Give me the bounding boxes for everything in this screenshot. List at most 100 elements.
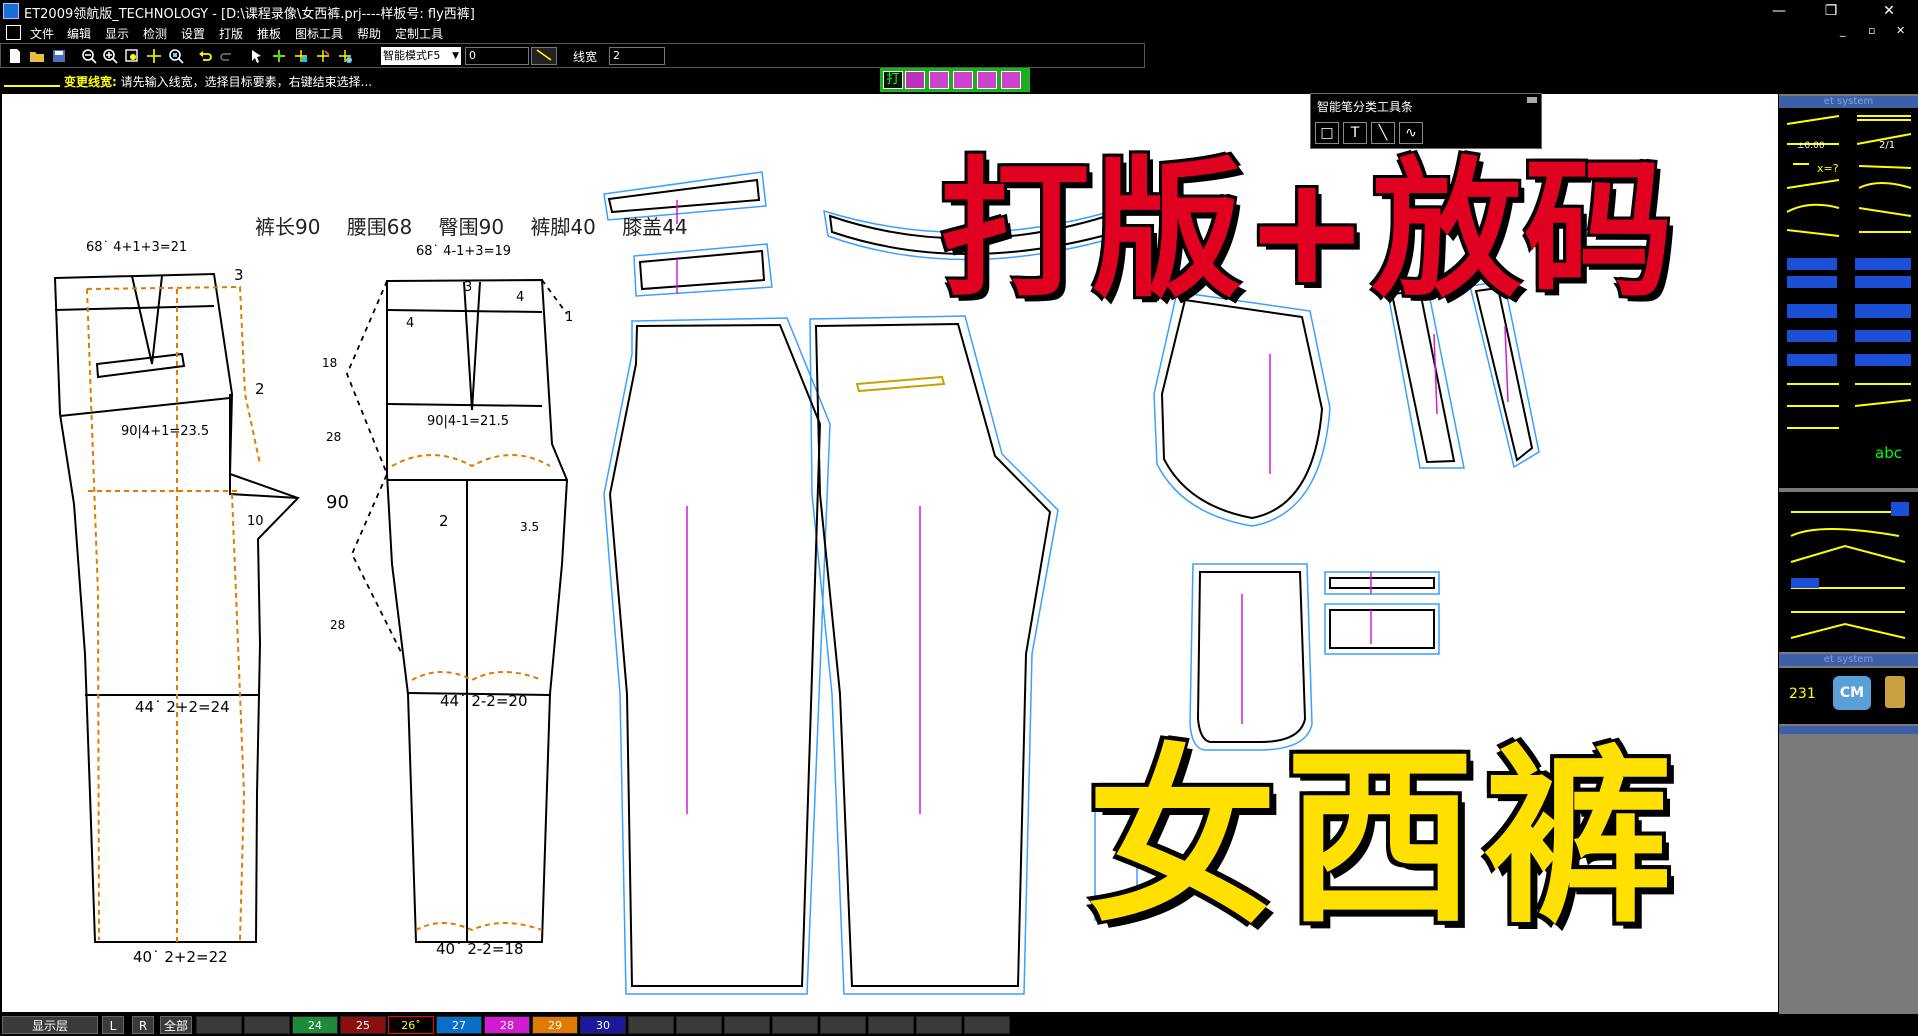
point-mode-button[interactable]: [929, 71, 949, 89]
menu-help[interactable]: 帮助: [357, 25, 381, 42]
layer-cell[interactable]: [724, 1016, 770, 1034]
window-title: ET2009领航版_TECHNOLOGY - [D:\课程录像\女西裤.prj-…: [24, 7, 475, 22]
smart-mode-strip: 打: [880, 68, 1030, 92]
headline-overlay: 打版+放码: [940, 144, 1676, 318]
layer-cell[interactable]: [868, 1016, 914, 1034]
menu-bar: 文件 编辑 显示 检测 设置 打版 推板 图标工具 帮助 定制工具 _ ▫ ✕: [0, 22, 1918, 43]
save-icon[interactable]: [51, 48, 67, 64]
line-style-icon[interactable]: [531, 47, 557, 65]
layer-all-button[interactable]: 全部: [160, 1016, 192, 1034]
mdi-restore-button[interactable]: ▫: [1868, 24, 1875, 37]
title-bar: ET2009领航版_TECHNOLOGY - [D:\课程录像\女西裤.prj-…: [0, 0, 1918, 22]
layer-cell[interactable]: [964, 1016, 1010, 1034]
point-tool-icon[interactable]: [271, 48, 287, 64]
measurement-knee: 膝盖44: [622, 215, 688, 239]
calculator-icon[interactable]: [1885, 676, 1905, 708]
layer-cell[interactable]: 25: [340, 1016, 386, 1034]
pattern-tools-block: ±0.00 2/1 x=? abc: [1779, 108, 1918, 488]
pattern-mode-button[interactable]: 打: [883, 71, 903, 89]
mode-select[interactable]: 智能模式F5 ▼: [381, 47, 461, 65]
snap-tool-icon[interactable]: [293, 48, 309, 64]
layer-cell[interactable]: [916, 1016, 962, 1034]
zoom-out-icon[interactable]: [81, 48, 97, 64]
panel-header-2: et system: [1779, 654, 1918, 666]
document-icon[interactable]: [6, 25, 21, 40]
menu-icon-tools[interactable]: 图标工具: [295, 25, 343, 42]
back-label-2: 2: [439, 512, 449, 530]
pan-icon[interactable]: [146, 48, 162, 64]
measure-tool-icon[interactable]: [337, 48, 353, 64]
mode-select-value: 智能模式F5: [383, 49, 441, 62]
ratio-formula-label: 2/1: [1879, 140, 1895, 151]
toolbar-close-icon[interactable]: [1527, 97, 1537, 103]
main-toolbar: 智能模式F5 ▼ 0 线宽 2: [0, 43, 1145, 68]
layer-left-button[interactable]: L: [102, 1016, 124, 1034]
abc-label: abc: [1875, 444, 1902, 462]
menu-pattern[interactable]: 打版: [219, 25, 243, 42]
menu-custom-tools[interactable]: 定制工具: [395, 25, 443, 42]
layer-cell[interactable]: [676, 1016, 722, 1034]
zoom-in-icon[interactable]: [102, 48, 118, 64]
layer-cell[interactable]: [196, 1016, 242, 1034]
layer-cell[interactable]: 28: [484, 1016, 530, 1034]
measurement-waist: 腰围68: [346, 215, 413, 239]
layer-cell[interactable]: 27: [436, 1016, 482, 1034]
undo-icon[interactable]: [197, 48, 213, 64]
layer-right-button[interactable]: R: [132, 1016, 154, 1034]
arrow-mode-button[interactable]: [977, 71, 997, 89]
app-icon: [3, 3, 19, 19]
code-231-label: 231: [1789, 686, 1816, 702]
layer-cell[interactable]: 29: [532, 1016, 578, 1034]
rectangle-tool-button[interactable]: □: [1315, 122, 1339, 144]
fill-mode-button[interactable]: [1001, 71, 1021, 89]
back-waist-formula: 68˙ 4-1+3=19: [416, 244, 512, 259]
rect-mode-button[interactable]: [905, 71, 925, 89]
mdi-close-button[interactable]: ✕: [1896, 24, 1905, 37]
zoom-window-icon[interactable]: [124, 48, 140, 64]
line-tool-button[interactable]: ╲: [1371, 122, 1395, 144]
value-input[interactable]: 0: [465, 47, 529, 65]
grading-tools-block: [1779, 492, 1918, 652]
select-icon[interactable]: [249, 48, 265, 64]
layer-cell[interactable]: 30: [580, 1016, 626, 1034]
front-hip-formula: 90|4+1=23.5: [121, 424, 210, 439]
layer-cell[interactable]: [244, 1016, 290, 1034]
measurement-pants-length: 裤长90: [255, 215, 321, 239]
measurement-hem: 裤脚40: [530, 215, 596, 239]
layer-cell[interactable]: 26˚: [388, 1016, 434, 1034]
linewidth-input[interactable]: 2: [609, 47, 665, 65]
menu-view[interactable]: 显示: [105, 25, 129, 42]
right-tool-panel: et system ±0.00 2/1 x=? abc et system 23…: [1779, 94, 1918, 1014]
menu-check[interactable]: 检测: [143, 25, 167, 42]
layer-bar: 显示层 L R 全部 24 25 26˚ 27 28 29 30: [0, 1014, 1918, 1036]
mdi-minimize-button[interactable]: _: [1840, 24, 1846, 37]
layer-cell[interactable]: 24: [292, 1016, 338, 1034]
redo-icon[interactable]: [219, 48, 235, 64]
intersect-tool-icon[interactable]: [315, 48, 331, 64]
minimize-button[interactable]: —: [1756, 0, 1802, 22]
back-label-4b: 4: [516, 290, 525, 305]
grading-tool-icons[interactable]: [1779, 492, 1918, 652]
menu-grade[interactable]: 推板: [257, 25, 281, 42]
open-folder-icon[interactable]: [29, 48, 45, 64]
layer-cell[interactable]: [628, 1016, 674, 1034]
menu-edit[interactable]: 编辑: [67, 25, 91, 42]
close-button[interactable]: ✕: [1866, 0, 1912, 22]
line-mode-button[interactable]: [953, 71, 973, 89]
display-layer-label: 显示层: [2, 1016, 98, 1034]
maximize-button[interactable]: ❐: [1808, 0, 1854, 22]
zoom-fit-icon[interactable]: [168, 48, 184, 64]
drawing-canvas[interactable]: 裤长90 腰围68 臀围90 裤脚40 膝盖44 68˙ 4+1+3=21 90…: [2, 94, 1778, 1012]
menu-file[interactable]: 文件: [30, 25, 54, 42]
linewidth-label: 线宽: [573, 50, 598, 64]
curve-tool-button[interactable]: ∿: [1399, 122, 1423, 144]
pattern-tool-icons[interactable]: ±0.00 2/1 x=? abc: [1779, 108, 1918, 488]
cm-unit-button[interactable]: CM: [1833, 676, 1871, 710]
menu-settings[interactable]: 设置: [181, 25, 205, 42]
smart-pen-toolbar: 智能笔分类工具条 □ T ╲ ∿: [1310, 93, 1542, 149]
layer-cell[interactable]: [772, 1016, 818, 1034]
text-tool-button[interactable]: T: [1343, 122, 1367, 144]
back-knee-formula: 44˙ 2-2=20: [440, 692, 528, 710]
layer-cell[interactable]: [820, 1016, 866, 1034]
new-file-icon[interactable]: [7, 48, 23, 64]
